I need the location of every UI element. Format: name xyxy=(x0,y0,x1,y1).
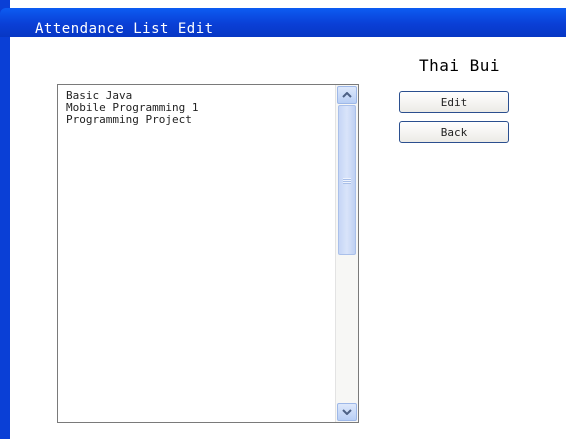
user-name-label: Thai Bui xyxy=(419,56,501,75)
vertical-scrollbar[interactable] xyxy=(335,85,358,422)
chevron-down-icon xyxy=(342,409,352,415)
scroll-grip xyxy=(343,178,351,184)
list-items: Basic Java Mobile Programming 1 Programm… xyxy=(66,90,198,126)
scroll-down-button[interactable] xyxy=(337,403,357,421)
list-item[interactable]: Programming Project xyxy=(66,114,198,126)
scroll-thumb[interactable] xyxy=(338,105,356,255)
window-title: Attendance List Edit xyxy=(35,21,214,37)
back-button[interactable]: Back xyxy=(399,121,509,143)
chevron-up-icon xyxy=(342,92,352,98)
title-bar[interactable]: Attendance List Edit xyxy=(0,8,566,37)
course-listbox[interactable]: Basic Java Mobile Programming 1 Programm… xyxy=(57,84,359,423)
window-border xyxy=(0,0,10,439)
edit-button[interactable]: Edit xyxy=(399,91,509,113)
scroll-up-button[interactable] xyxy=(337,86,357,104)
